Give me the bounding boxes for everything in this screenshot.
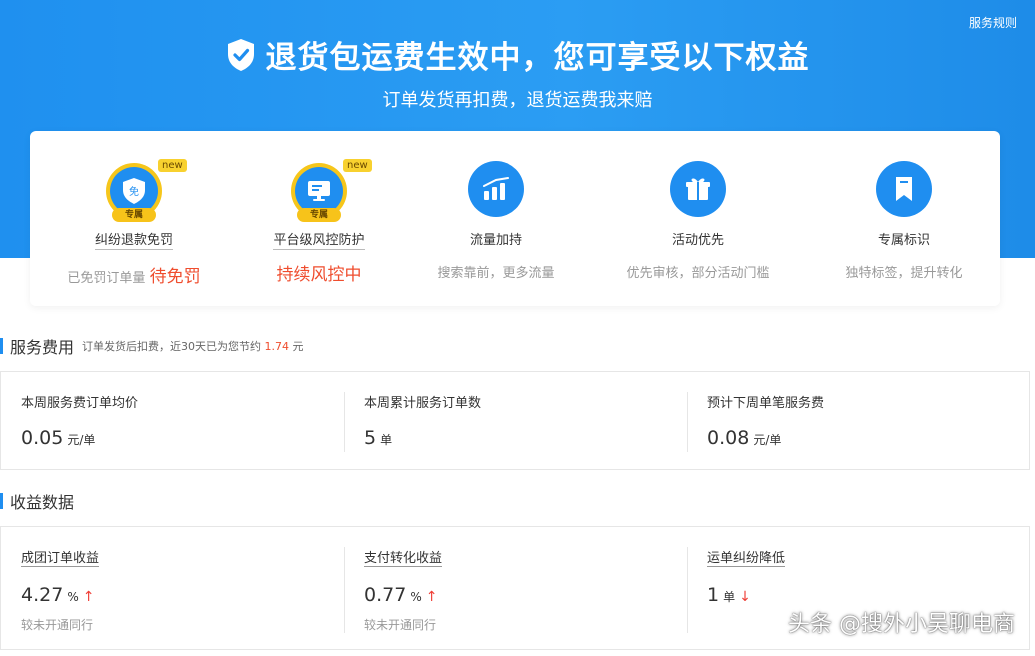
stat-compare: 较未开通同行: [364, 616, 436, 633]
stat-value: 0.08元/单: [707, 427, 781, 449]
stat-value: 0.05元/单: [21, 427, 95, 449]
exclusive-badge: 专属: [112, 208, 156, 222]
stat-compare: 较未开通同行: [21, 616, 93, 633]
section-title: 服务费用: [10, 334, 74, 358]
section-accent-bar: [0, 338, 3, 354]
stat-label: 预计下周单笔服务费: [707, 392, 824, 411]
benefit-name: 活动优先: [598, 229, 798, 248]
stat-label: 本周累计服务订单数: [364, 392, 481, 411]
new-tag: new: [343, 159, 372, 172]
stat-group-order-revenue: 成团订单收益 4.27%↑ 较未开通同行: [1, 527, 344, 649]
service-fee-panel: 本周服务费订单均价 0.05元/单 本周累计服务订单数 5单 预计下周单笔服务费…: [0, 371, 1030, 470]
arrow-up-icon: ↑: [426, 589, 438, 605]
arrow-down-icon: ↓: [739, 589, 751, 605]
arrow-up-icon: ↑: [83, 589, 95, 605]
hero-title-row: 退货包运费生效中，您可享受以下权益: [0, 32, 1035, 77]
savings-note: 订单发货后扣费，近30天已为您节约 1.74 元: [82, 338, 304, 354]
stat-value: 1单↓: [707, 584, 751, 606]
benefit-desc: 优先审核，部分活动门槛: [598, 262, 798, 281]
new-tag: new: [158, 159, 187, 172]
stat-label[interactable]: 运单纠纷降低: [707, 547, 785, 567]
shield-check-icon: [226, 38, 256, 72]
badge-icon-text: 免: [129, 185, 139, 198]
benefit-event-priority[interactable]: 活动优先 优先审核，部分活动门槛: [598, 131, 798, 281]
benefit-name: 平台级风控防护: [219, 229, 419, 248]
risk-control-status: 持续风控中: [219, 260, 419, 285]
stat-label[interactable]: 成团订单收益: [21, 547, 99, 567]
benefit-desc: 已免罚订单量 待免罚: [34, 262, 234, 287]
savings-amount: 1.74: [265, 340, 290, 353]
stat-value: 5单: [364, 427, 392, 449]
stat-value: 4.27%↑: [21, 584, 94, 606]
stat-label: 本周服务费订单均价: [21, 392, 138, 411]
benefit-name: 流量加持: [396, 229, 596, 248]
benefit-desc: 搜索靠前，更多流量: [396, 262, 596, 281]
exclusive-badge: 专属: [297, 208, 341, 222]
bar-chart-icon: [468, 161, 524, 217]
revenue-header: 收益数据: [0, 489, 74, 513]
benefit-desc: 独特标签，提升转化: [804, 262, 1004, 281]
section-accent-bar: [0, 493, 3, 509]
benefit-name: 专属标识: [804, 229, 1004, 248]
service-rules-link[interactable]: 服务规则: [969, 14, 1017, 31]
benefit-dispute-exempt[interactable]: 免 专属 new 纠纷退款免罚 已免罚订单量 待免罚: [34, 131, 234, 287]
benefit-name: 纠纷退款免罚: [34, 229, 234, 248]
stat-label[interactable]: 支付转化收益: [364, 547, 442, 567]
bookmark-icon: [876, 161, 932, 217]
stat-weekly-avg-fee: 本周服务费订单均价 0.05元/单: [1, 372, 344, 469]
section-title: 收益数据: [10, 489, 74, 513]
stat-value: 0.77%↑: [364, 584, 437, 606]
hero-subtitle: 订单发货再扣费，退货运费我来赔: [0, 86, 1035, 112]
gift-icon: [670, 161, 726, 217]
watermark: 头条 @搜外小吴聊电商: [788, 606, 1015, 638]
pending-exempt-value: 待免罚: [150, 267, 201, 287]
stat-weekly-order-count: 本周累计服务订单数 5单: [344, 372, 687, 469]
stat-next-week-fee: 预计下周单笔服务费 0.08元/单: [687, 372, 1030, 469]
stat-payment-conversion: 支付转化收益 0.77%↑ 较未开通同行: [344, 527, 687, 649]
benefit-risk-control[interactable]: 专属 new 平台级风控防护 持续风控中: [219, 131, 419, 285]
service-fee-header: 服务费用 订单发货后扣费，近30天已为您节约 1.74 元: [0, 334, 304, 358]
hero-title: 退货包运费生效中，您可享受以下权益: [266, 32, 810, 77]
benefits-card: 免 专属 new 纠纷退款免罚 已免罚订单量 待免罚: [30, 131, 1000, 306]
benefit-exclusive-mark[interactable]: 专属标识 独特标签，提升转化: [804, 131, 1004, 281]
benefit-traffic-boost[interactable]: 流量加持 搜索靠前，更多流量: [396, 131, 596, 281]
